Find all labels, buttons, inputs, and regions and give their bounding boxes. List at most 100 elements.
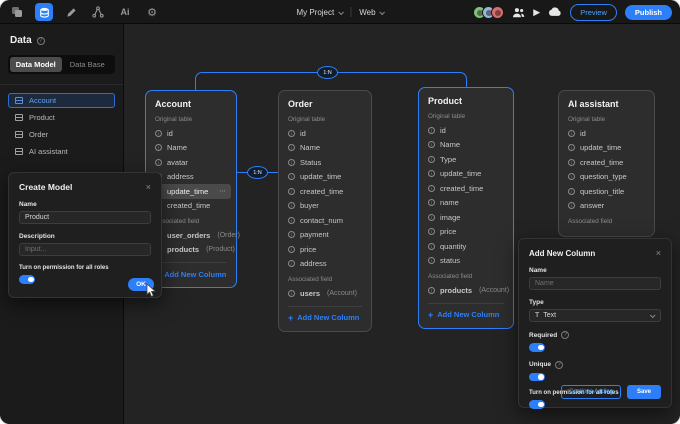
sidebar-item-ai-assistant[interactable]: AI assistant — [8, 144, 115, 159]
collaborators-icon[interactable] — [512, 7, 525, 18]
field-update_time[interactable]: iupdate_time — [424, 167, 508, 182]
permission-toggle[interactable] — [19, 275, 35, 284]
entity-card-order[interactable]: OrderOriginal tableiidiNameiStatusiupdat… — [278, 90, 372, 332]
field-products[interactable]: iproducts(Product) — [151, 243, 231, 258]
field-price[interactable]: iprice — [424, 225, 508, 240]
tab-data-model[interactable]: Data Model — [10, 57, 62, 72]
hint-icon[interactable]: ? — [561, 331, 569, 339]
model-description-input[interactable]: Input... — [19, 243, 151, 256]
sidebar-title-row: Data ? — [0, 24, 123, 46]
field-label: price — [300, 245, 316, 254]
model-list: Account Product Order AI assistant — [0, 93, 123, 159]
project-selector[interactable]: My Project — [296, 8, 342, 17]
field-label: Name — [300, 143, 320, 152]
add-new-column-button[interactable]: +Add New Column — [155, 267, 227, 279]
field-id[interactable]: iid — [424, 123, 508, 138]
ai-tool-icon[interactable]: Ai — [116, 3, 134, 21]
field-created_time[interactable]: icreated_time — [284, 184, 366, 199]
info-icon: i — [568, 202, 575, 209]
chevron-down-icon — [379, 9, 385, 15]
cloud-build-icon[interactable] — [548, 7, 562, 17]
field-address[interactable]: iaddress — [151, 170, 231, 185]
field-question_title[interactable]: iquestion_title — [564, 184, 649, 199]
relation-badge-1n[interactable]: 1:N — [247, 166, 268, 179]
field-answer[interactable]: ianswer — [564, 199, 649, 214]
field-users[interactable]: iusers(Account) — [284, 286, 366, 301]
field-contact_num[interactable]: icontact_num — [284, 213, 366, 228]
field-created_time[interactable]: icreated_time — [424, 181, 508, 196]
field-ref: (Product) — [206, 246, 235, 253]
info-icon: i — [428, 243, 435, 250]
close-icon[interactable]: × — [146, 182, 151, 192]
entity-card-product[interactable]: ProductOriginal tableiidiNameiTypeiupdat… — [418, 87, 514, 329]
close-icon[interactable]: × — [656, 248, 661, 258]
field-update_time[interactable]: iupdate_time⋯ — [151, 184, 231, 199]
settings-gear-icon[interactable]: ⚙ — [143, 3, 161, 21]
design-tool-icon[interactable] — [62, 3, 80, 21]
sidebar-item-order[interactable]: Order — [8, 127, 115, 142]
original-table-label: Original table — [428, 113, 504, 120]
add-new-column-button[interactable]: +Add New Column — [428, 308, 504, 320]
info-icon: i — [428, 156, 435, 163]
field-Type[interactable]: iType — [424, 152, 508, 167]
model-name-input[interactable]: Product — [19, 211, 151, 224]
field-update_time[interactable]: iupdate_time — [564, 141, 649, 156]
field-Name[interactable]: iName — [284, 141, 366, 156]
field-label: update_time — [167, 187, 208, 196]
field-payment[interactable]: ipayment — [284, 228, 366, 243]
table-icon — [15, 97, 23, 104]
chevron-down-icon — [338, 9, 344, 15]
add-new-column-button[interactable]: +Add New Column — [288, 311, 362, 323]
field-name[interactable]: iname — [424, 196, 508, 211]
avatar[interactable] — [491, 6, 504, 19]
field-id[interactable]: iid — [564, 126, 649, 141]
field-Name[interactable]: iName — [151, 141, 231, 156]
field-avatar[interactable]: iavatar — [151, 155, 231, 170]
entity-card-ai-assistant[interactable]: AI assistantOriginal tableiidiupdate_tim… — [558, 90, 655, 237]
platform-selector[interactable]: Web — [359, 8, 383, 17]
field-status[interactable]: istatus — [424, 254, 508, 269]
field-products[interactable]: iproducts(Account) — [424, 283, 508, 298]
field-id[interactable]: iid — [151, 126, 231, 141]
tab-data-base[interactable]: Data Base — [62, 57, 114, 72]
field-address[interactable]: iaddress — [284, 257, 366, 272]
field-price[interactable]: iprice — [284, 242, 366, 257]
toolbar-right: ▶ Preview Publish — [473, 0, 672, 24]
relation-badge-1n[interactable]: 1:N — [317, 66, 338, 79]
field-quantity[interactable]: iquantity — [424, 239, 508, 254]
hint-icon[interactable]: ? — [555, 361, 563, 369]
field-update_time[interactable]: iupdate_time — [284, 170, 366, 185]
field-buyer[interactable]: ibuyer — [284, 199, 366, 214]
field-question_type[interactable]: iquestion_type — [564, 170, 649, 185]
logo-icon[interactable] — [8, 3, 26, 21]
field-created_time[interactable]: icreated_time — [151, 199, 231, 214]
help-icon[interactable]: ? — [37, 37, 45, 45]
more-icon[interactable]: ⋯ — [219, 187, 227, 195]
info-icon: i — [428, 170, 435, 177]
type-value: Text — [543, 312, 556, 319]
logic-flow-icon[interactable] — [89, 3, 107, 21]
continue-adding-button[interactable]: Continue Adding — [561, 385, 621, 399]
data-tool-icon[interactable] — [35, 3, 53, 21]
field-image[interactable]: iimage — [424, 210, 508, 225]
sidebar-item-account[interactable]: Account — [8, 93, 115, 108]
field-user_orders[interactable]: iuser_orders(Order) — [151, 228, 231, 243]
save-button[interactable]: Save — [627, 385, 661, 399]
field-Status[interactable]: iStatus — [284, 155, 366, 170]
info-icon: i — [288, 188, 295, 195]
entity-title: Order — [288, 99, 362, 109]
field-label: buyer — [300, 201, 319, 210]
field-Name[interactable]: iName — [424, 138, 508, 153]
field-created_time[interactable]: icreated_time — [564, 155, 649, 170]
preview-button[interactable]: Preview — [570, 4, 617, 21]
required-toggle[interactable] — [529, 343, 545, 352]
publish-button[interactable]: Publish — [625, 5, 672, 20]
column-name-input[interactable]: Name — [529, 277, 661, 290]
unique-toggle[interactable] — [529, 373, 545, 382]
original-table-label: Original table — [568, 116, 645, 123]
sidebar-item-product[interactable]: Product — [8, 110, 115, 125]
column-type-select[interactable]: T Text — [529, 309, 661, 322]
run-play-icon[interactable]: ▶ — [533, 7, 540, 18]
permission-toggle[interactable] — [529, 400, 545, 409]
field-id[interactable]: iid — [284, 126, 366, 141]
